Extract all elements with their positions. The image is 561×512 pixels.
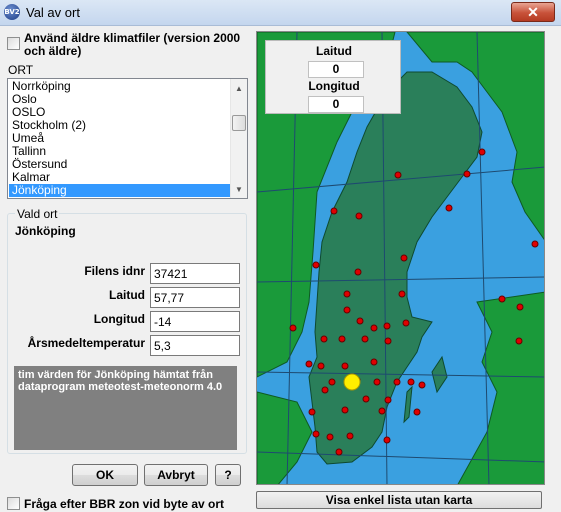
latitude-label: Laitud [109, 288, 145, 302]
station-marker[interactable] [361, 335, 369, 343]
station-marker[interactable] [398, 290, 406, 298]
ok-button[interactable]: OK [72, 464, 138, 486]
station-marker[interactable] [498, 295, 506, 303]
station-marker[interactable] [320, 335, 328, 343]
station-marker[interactable] [370, 324, 378, 332]
place-list-item[interactable]: Norrköping [9, 80, 231, 93]
old-climate-files-label: Använd äldre klimatfiler (version 2000 o… [24, 32, 240, 58]
station-marker[interactable] [312, 261, 320, 269]
map-longitude-value: 0 [308, 96, 364, 113]
map-longitude-label: Longitud [308, 79, 360, 93]
station-marker[interactable] [341, 406, 349, 414]
station-marker[interactable] [394, 171, 402, 179]
station-marker[interactable] [516, 303, 524, 311]
station-marker[interactable] [383, 436, 391, 444]
scrollbar-thumb[interactable] [232, 115, 246, 131]
station-marker[interactable] [321, 386, 329, 394]
window-title: Val av ort [26, 5, 80, 20]
station-marker[interactable] [418, 381, 426, 389]
station-marker[interactable] [531, 240, 539, 248]
station-marker[interactable] [515, 337, 523, 345]
annual-mean-temp-label: Årsmedeltemperatur [27, 336, 145, 350]
title-bar: BV2 Val av ort ✕ [0, 0, 561, 26]
station-marker[interactable] [384, 396, 392, 404]
place-list-label: ORT [8, 63, 34, 77]
selected-place-group-title: Vald ort [15, 207, 60, 221]
old-climate-label-line2: och äldre) [24, 44, 82, 58]
station-marker[interactable] [335, 448, 343, 456]
place-list-item[interactable]: Jönköping [9, 184, 231, 197]
latitude-field[interactable]: 57,77 [150, 287, 240, 308]
longitude-label: Longitud [93, 312, 145, 326]
place-listbox[interactable]: Norrköping Oslo OSLO Stockholm (2) Umeå Talli… [7, 78, 248, 199]
file-id-label: Filens idnr [84, 264, 145, 278]
place-list[interactable]: Norrköping Oslo OSLO Stockholm (2) Umeå Talli… [9, 80, 231, 197]
station-marker[interactable] [407, 378, 415, 386]
station-marker[interactable] [356, 317, 364, 325]
station-marker[interactable] [343, 306, 351, 314]
close-icon: ✕ [527, 4, 539, 20]
station-marker[interactable] [343, 290, 351, 298]
station-marker[interactable] [338, 335, 346, 343]
station-marker[interactable] [312, 430, 320, 438]
help-button[interactable]: ? [215, 464, 241, 486]
station-marker[interactable] [354, 268, 362, 276]
station-marker[interactable] [413, 408, 421, 416]
file-id-field[interactable]: 37421 [150, 263, 240, 284]
annual-mean-temp-field[interactable]: 5,3 [150, 335, 240, 356]
station-marker[interactable] [384, 337, 392, 345]
old-climate-files-checkbox[interactable] [7, 37, 20, 50]
coordinate-panel: Laitud 0 Longitud 0 [265, 40, 401, 114]
map-latitude-label: Laitud [316, 44, 352, 58]
station-marker[interactable] [478, 148, 486, 156]
station-marker[interactable] [378, 407, 386, 415]
station-marker[interactable] [373, 378, 381, 386]
station-marker[interactable] [362, 395, 370, 403]
station-marker[interactable] [370, 358, 378, 366]
station-marker[interactable] [308, 408, 316, 416]
map-latitude-value: 0 [308, 61, 364, 78]
bbr-zone-label: Fråga efter BBR zon vid byte av ort [24, 497, 225, 511]
station-marker[interactable] [463, 170, 471, 178]
scroll-up-icon[interactable]: ▲ [231, 81, 247, 97]
station-marker[interactable] [445, 204, 453, 212]
station-marker[interactable] [341, 362, 349, 370]
station-marker[interactable] [393, 378, 401, 386]
station-marker[interactable] [328, 378, 336, 386]
station-marker[interactable] [383, 322, 391, 330]
scroll-down-icon[interactable]: ▼ [231, 182, 247, 198]
station-marker[interactable] [355, 212, 363, 220]
station-marker[interactable] [317, 362, 325, 370]
show-simple-list-button[interactable]: Visa enkel lista utan karta [256, 491, 542, 509]
selected-station-marker[interactable] [343, 373, 361, 391]
station-marker[interactable] [346, 432, 354, 440]
listbox-scrollbar[interactable]: ▲ ▼ [230, 79, 247, 198]
longitude-field[interactable]: -14 [150, 311, 240, 332]
station-marker[interactable] [402, 319, 410, 327]
station-marker[interactable] [326, 433, 334, 441]
bbr-zone-checkbox[interactable] [7, 497, 20, 510]
station-marker[interactable] [400, 254, 408, 262]
station-marker[interactable] [289, 324, 297, 332]
selected-place-name: Jönköping [15, 224, 76, 238]
station-marker[interactable] [305, 360, 313, 368]
station-marker[interactable] [330, 207, 338, 215]
map-panel[interactable]: Laitud 0 Longitud 0 [256, 31, 545, 485]
app-icon: BV2 [4, 4, 20, 20]
close-button[interactable]: ✕ [511, 2, 555, 22]
climate-info-text: tim värden för Jönköping hämtat från dat… [14, 366, 237, 450]
cancel-button[interactable]: Avbryt [144, 464, 208, 486]
